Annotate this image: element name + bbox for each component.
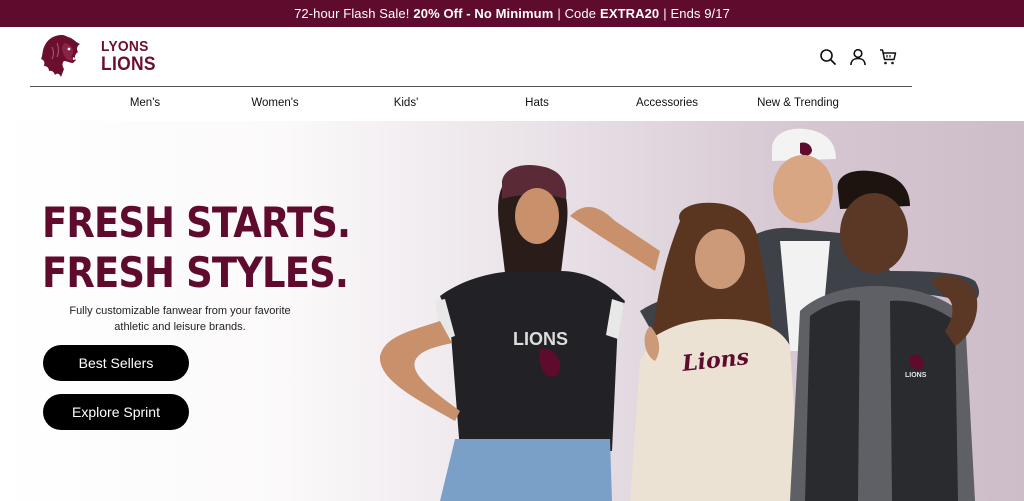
headline-line1: FRESH STARTS.	[42, 198, 351, 247]
main-nav: Men's Women's Kids' Hats Accessories New…	[0, 87, 1024, 121]
vest-text-lions: LIONS	[905, 372, 927, 379]
nav-item-kids[interactable]: Kids'	[394, 97, 419, 109]
nav-item-accessories[interactable]: Accessories	[636, 97, 698, 109]
nav-item-womens[interactable]: Women's	[251, 97, 298, 109]
promo-code-label: | Code	[557, 6, 597, 21]
promo-discount: 20% Off - No Minimum	[413, 6, 554, 21]
search-icon[interactable]	[819, 48, 837, 66]
hero-banner: LIONS Lions LIONS FRESH STARTS. FRESH ST…	[0, 121, 1024, 501]
site-header: LYONS LIONS	[0, 27, 1024, 87]
promo-end: | Ends 9/17	[663, 6, 730, 21]
model-man-vest: LIONS	[790, 170, 978, 501]
account-icon[interactable]	[849, 48, 867, 66]
brand-logo[interactable]: LYONS LIONS	[101, 39, 161, 74]
brand-line1: LYONS	[101, 38, 149, 55]
promo-code: EXTRA20	[600, 6, 660, 21]
hero-headline: FRESH STARTS. FRESH STYLES.	[42, 198, 351, 298]
headline-line2: FRESH STYLES.	[42, 248, 349, 297]
promo-banner: 72-hour Flash Sale! 20% Off - No Minimum…	[0, 0, 1024, 27]
nav-item-mens[interactable]: Men's	[130, 97, 160, 109]
nav-item-hats[interactable]: Hats	[525, 97, 549, 109]
shirt-text-lions: LIONS	[513, 329, 568, 349]
model-woman-beanie: LIONS	[379, 164, 660, 501]
brand-line2: LIONS	[101, 54, 156, 75]
lion-logo-icon[interactable]	[40, 33, 84, 79]
nav-item-new-trending[interactable]: New & Trending	[757, 97, 839, 109]
promo-text: 72-hour Flash Sale!	[294, 6, 410, 21]
cart-icon[interactable]	[879, 48, 897, 66]
header-icons	[819, 48, 897, 66]
hero-subtext: Fully customizable fanwear from your fav…	[69, 305, 291, 333]
explore-sprint-button[interactable]: Explore Sprint	[43, 394, 189, 430]
best-sellers-button[interactable]: Best Sellers	[43, 345, 189, 381]
